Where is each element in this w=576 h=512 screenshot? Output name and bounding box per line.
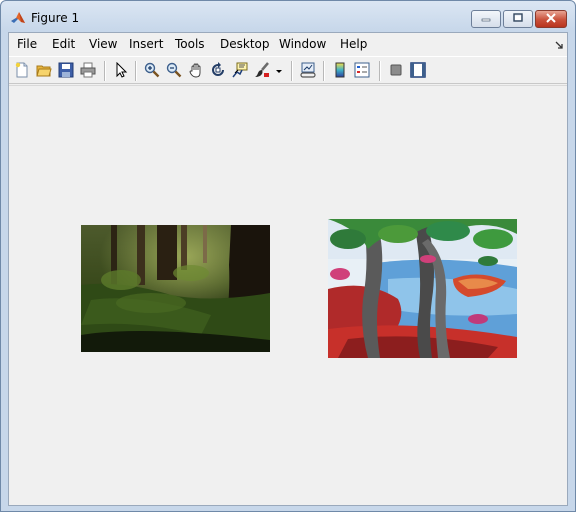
- toolbar-separator: [135, 61, 137, 81]
- menu-bar: File Edit View Insert Tools Desktop Wind…: [9, 33, 567, 55]
- pan-hand-icon: [188, 62, 204, 81]
- toolbar-separator: [379, 61, 381, 81]
- menu-file[interactable]: File: [17, 37, 37, 51]
- save-button[interactable]: [56, 61, 76, 81]
- figure-canvas[interactable]: [9, 85, 567, 505]
- rotate-3d-button[interactable]: [208, 61, 228, 81]
- zoom-out-button[interactable]: [164, 61, 184, 81]
- hide-plot-tools-icon: [388, 62, 404, 81]
- menu-tools[interactable]: Tools: [175, 37, 205, 51]
- minimize-icon: [480, 12, 492, 26]
- hide-plot-tools-button[interactable]: [386, 61, 406, 81]
- rotate-3d-icon: [210, 61, 226, 81]
- new-figure-button[interactable]: [12, 61, 32, 81]
- toolbar-separator: [104, 61, 106, 81]
- menu-desktop[interactable]: Desktop: [220, 37, 270, 51]
- link-plot-button[interactable]: [298, 61, 318, 81]
- maximize-icon: [512, 12, 524, 26]
- menu-view[interactable]: View: [89, 37, 117, 51]
- dock-arrow-icon[interactable]: [555, 38, 563, 49]
- show-plot-tools-icon: [410, 61, 426, 81]
- painting-image[interactable]: [328, 219, 517, 358]
- zoom-in-button[interactable]: [142, 61, 162, 81]
- new-figure-icon: [14, 62, 30, 81]
- menu-insert[interactable]: Insert: [129, 37, 163, 51]
- menu-edit[interactable]: Edit: [52, 37, 75, 51]
- brush-dropdown-button[interactable]: [274, 61, 284, 81]
- close-button[interactable]: [535, 10, 567, 28]
- figure-toolbar: [9, 56, 567, 84]
- brush-icon: [254, 61, 270, 81]
- maximize-button[interactable]: [503, 10, 533, 28]
- print-button[interactable]: [78, 61, 98, 81]
- forest-image[interactable]: [81, 225, 270, 352]
- matlab-logo-icon: [10, 10, 26, 26]
- show-plot-tools-button[interactable]: [408, 61, 428, 81]
- window-title: Figure 1: [31, 11, 80, 25]
- insert-legend-icon: [354, 62, 370, 81]
- insert-colorbar-icon: [332, 62, 348, 81]
- figure-window: Figure 1 File Edit View Insert Tools Des…: [0, 0, 576, 512]
- minimize-button[interactable]: [471, 10, 501, 28]
- brush-button[interactable]: [252, 61, 272, 81]
- insert-colorbar-button[interactable]: [330, 61, 350, 81]
- toolbar-separator: [323, 61, 325, 81]
- edit-plot-button[interactable]: [111, 61, 131, 81]
- print-icon: [80, 62, 96, 81]
- data-cursor-icon: [232, 62, 248, 81]
- title-bar[interactable]: Figure 1: [1, 1, 575, 31]
- menu-window[interactable]: Window: [279, 37, 326, 51]
- menu-help[interactable]: Help: [340, 37, 367, 51]
- link-plot-icon: [300, 62, 316, 81]
- zoom-out-icon: [166, 62, 182, 81]
- save-icon: [58, 62, 74, 81]
- zoom-in-icon: [144, 62, 160, 81]
- open-file-icon: [36, 62, 52, 81]
- data-cursor-button[interactable]: [230, 61, 250, 81]
- pan-button[interactable]: [186, 61, 206, 81]
- insert-legend-button[interactable]: [352, 61, 372, 81]
- close-icon: [545, 12, 557, 26]
- open-file-button[interactable]: [34, 61, 54, 81]
- toolbar-separator: [291, 61, 293, 81]
- figure-client-area: File Edit View Insert Tools Desktop Wind…: [8, 32, 568, 506]
- brush-dropdown-icon: [275, 64, 283, 78]
- edit-plot-arrow-icon: [113, 61, 129, 81]
